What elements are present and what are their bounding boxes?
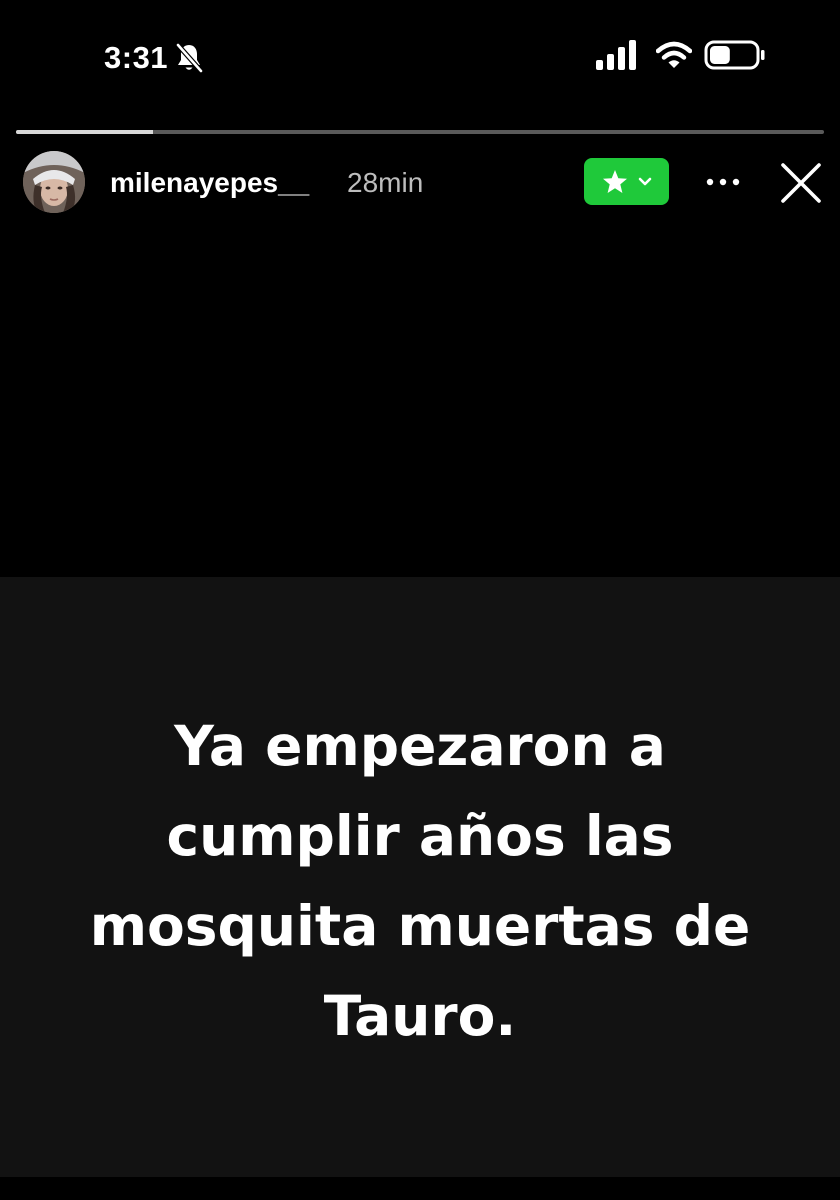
- story-text: Ya empezaron a cumplir años las mosquita…: [89, 714, 751, 1048]
- signal-icon: [596, 40, 636, 70]
- status-indicators: [596, 40, 766, 70]
- close-friends-button[interactable]: [584, 158, 669, 205]
- close-button[interactable]: [776, 158, 826, 208]
- chevron-down-icon: [638, 177, 651, 185]
- bell-muted-icon: [176, 43, 203, 73]
- status-time: 3:31: [104, 40, 169, 75]
- status-bar: 3:31: [0, 0, 840, 110]
- wifi-icon: [656, 41, 692, 68]
- bottom-bar: [0, 1177, 840, 1200]
- more-options-button[interactable]: [700, 166, 746, 198]
- close-icon: [781, 163, 821, 203]
- clock-group: 3:31: [104, 38, 204, 78]
- star-icon: [602, 169, 627, 193]
- story-username[interactable]: milenayepes__: [110, 166, 309, 200]
- more-dots-icon: [706, 178, 740, 186]
- story-timestamp: 28min: [347, 167, 424, 198]
- story-image[interactable]: Ya empezaron a cumplir años las mosquita…: [0, 577, 840, 1177]
- profile-photo: [23, 151, 85, 213]
- story-progress-bar: [16, 130, 824, 134]
- story-header: milenayepes__ 28min: [0, 148, 840, 218]
- avatar[interactable]: [23, 151, 85, 213]
- story-progress-fill: [16, 130, 154, 134]
- battery-icon: [704, 40, 765, 70]
